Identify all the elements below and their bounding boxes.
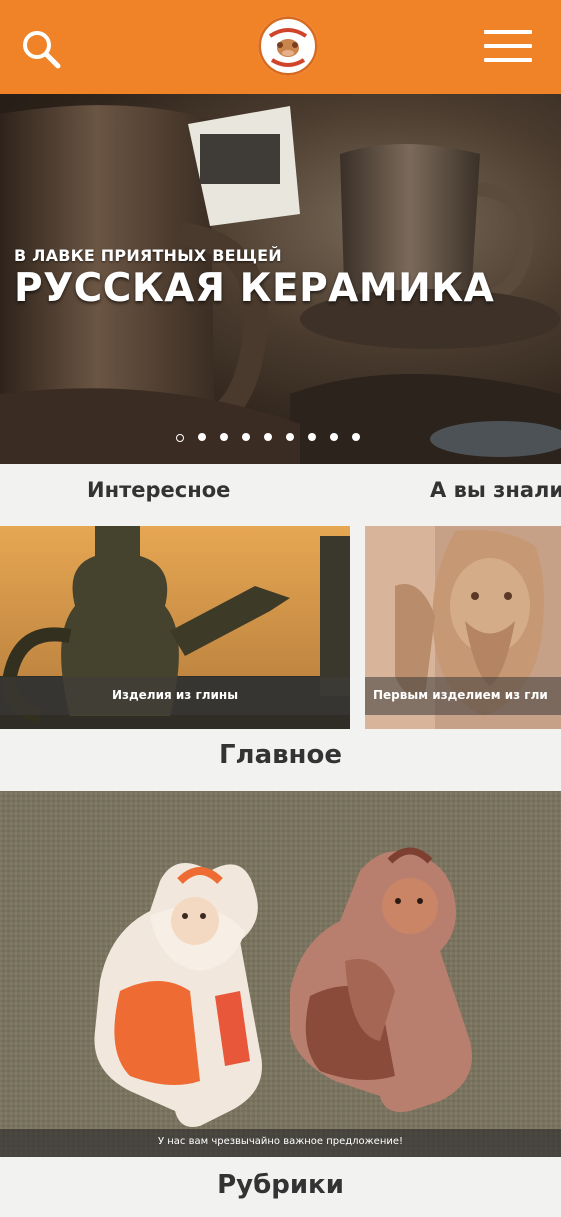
card-caption-bar: Изделия из глины: [0, 677, 350, 715]
article-card-first-product[interactable]: Первым изделием из гли: [365, 526, 561, 729]
tab-interesting[interactable]: Интересное: [87, 478, 230, 502]
slider-dot-1[interactable]: [176, 433, 184, 442]
clay-magnets-image: [94, 847, 472, 1127]
menu-line-icon: [484, 44, 532, 48]
card-caption-bar: Первым изделием из гли: [365, 677, 561, 715]
article-card-clay-products[interactable]: Изделия из глины: [0, 526, 350, 729]
rubrics-section-title: Рубрики: [217, 1170, 344, 1200]
slider-dot-6[interactable]: [286, 433, 294, 441]
feature-caption: У нас вам чрезвычайно важное предложение…: [157, 1136, 404, 1147]
site-logo[interactable]: [258, 16, 318, 76]
hero-slider[interactable]: В ЛАВКЕ ПРИЯТНЫХ ВЕЩЕЙ РУССКАЯ КЕРАМИКА: [0, 94, 561, 464]
slider-dot-7[interactable]: [308, 433, 316, 441]
menu-line-icon: [484, 58, 532, 62]
search-icon: [23, 31, 61, 69]
main-section-title: Главное: [218, 740, 343, 770]
card-caption: Изделия из глины: [111, 688, 239, 702]
card-caption: Первым изделием из гли: [373, 688, 548, 702]
hero-subtitle: В ЛАВКЕ ПРИЯТНЫХ ВЕЩЕЙ: [14, 246, 282, 265]
tab-did-you-know[interactable]: А вы знали: [430, 478, 561, 502]
feature-caption-bar: У нас вам чрезвычайно важное предложение…: [0, 1129, 561, 1157]
slider-dot-8[interactable]: [330, 433, 338, 441]
search-button[interactable]: [18, 26, 64, 72]
featured-banner[interactable]: У нас вам чрезвычайно важное предложение…: [0, 791, 561, 1157]
articles-carousel: Изделия из глины Первым изделием из гли: [0, 526, 561, 729]
slider-dot-3[interactable]: [220, 433, 228, 441]
slider-dot-9[interactable]: [352, 433, 360, 441]
slider-dot-2[interactable]: [198, 433, 206, 441]
hamburger-menu-button[interactable]: [484, 30, 532, 66]
menu-line-icon: [484, 30, 532, 34]
slider-dot-4[interactable]: [242, 433, 250, 441]
slider-dot-5[interactable]: [264, 433, 272, 441]
slider-pagination: [176, 433, 360, 445]
top-bar: [0, 0, 561, 94]
hero-title: РУССКАЯ КЕРАМИКА: [14, 266, 495, 311]
cow-logo-icon: [259, 17, 317, 75]
